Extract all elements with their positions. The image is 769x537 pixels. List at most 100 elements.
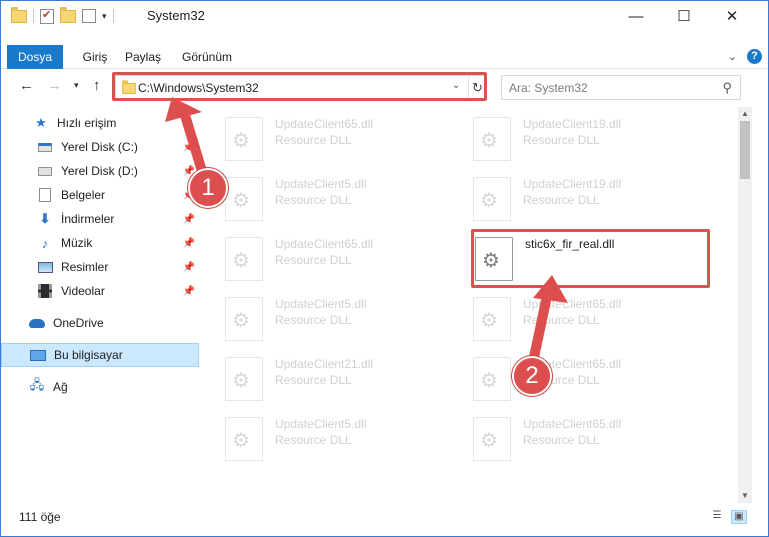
address-path[interactable]: C:\Windows\System32 (138, 81, 259, 95)
dll-file-icon (225, 357, 263, 401)
customize-toolbar-icon[interactable] (82, 9, 96, 23)
scroll-thumb[interactable] (740, 121, 750, 179)
tab-home[interactable]: Giriş (75, 45, 115, 69)
toolbar-divider (112, 9, 114, 23)
sidebar-item-documents[interactable]: Belgeler 📌 (1, 183, 201, 207)
file-name: UpdateClient19.dll (523, 177, 622, 191)
file-tile[interactable]: UpdateClient65.dll Resource DLL (451, 291, 691, 347)
tab-view[interactable]: Görünüm (177, 45, 237, 69)
file-tile[interactable]: UpdateClient65.dll Resource DLL (451, 411, 691, 467)
target-dll-file-tile[interactable]: stic6x_fir_real.dll (453, 231, 693, 287)
dll-file-icon (473, 417, 511, 461)
file-tile[interactable]: UpdateClient5.dll Resource DLL (203, 411, 443, 467)
title-bar: ▾ System32 — ☐ ✕ (1, 1, 768, 31)
dll-file-icon (473, 117, 511, 161)
file-name: UpdateClient65.dll (275, 237, 374, 251)
folder-icon (122, 80, 136, 95)
vertical-scrollbar[interactable]: ▲ ▼ (738, 107, 752, 503)
file-tile[interactable]: UpdateClient65.dll Resource DLL (203, 111, 443, 167)
sidebar-item-quick-access[interactable]: ★ Hızlı erişim (1, 111, 201, 135)
pin-icon[interactable]: 📌 (183, 262, 195, 273)
documents-icon (37, 188, 53, 202)
new-folder-icon[interactable] (60, 6, 76, 23)
pin-icon[interactable]: 📌 (183, 214, 195, 225)
window-title: System32 (147, 8, 205, 23)
details-view-icon[interactable]: ☰ (709, 510, 725, 524)
properties-check-icon[interactable] (40, 8, 54, 24)
sidebar-item-label: Videolar (61, 284, 105, 298)
pin-icon[interactable]: 📌 (183, 142, 195, 153)
file-tile[interactable]: UpdateClient21.dll Resource DLL (203, 351, 443, 407)
status-bar: 111 öğe ☰ ▣ (1, 505, 768, 529)
file-tile[interactable]: UpdateClient65.dll Resource DLL (203, 231, 443, 287)
file-tile[interactable]: UpdateClient5.dll Resource DLL (203, 291, 443, 347)
sidebar-item-label: Yerel Disk (C:) (61, 140, 138, 154)
refresh-icon[interactable]: ↻ (468, 77, 486, 98)
back-arrow-icon[interactable]: ← (19, 77, 34, 94)
toolbar-divider (33, 9, 34, 23)
drive-icon (37, 164, 53, 178)
minimize-button[interactable]: — (613, 1, 659, 31)
close-button[interactable]: ✕ (709, 1, 755, 31)
network-icon: 🖧 (29, 377, 45, 392)
tab-share[interactable]: Paylaş (121, 45, 165, 69)
file-type: Resource DLL (275, 373, 352, 387)
sidebar-item-label: Yerel Disk (D:) (61, 164, 138, 178)
sidebar-item-drive-c[interactable]: Yerel Disk (C:) 📌 (1, 135, 201, 159)
file-type: Resource DLL (275, 433, 352, 447)
address-dropdown-icon[interactable]: ⌄ (452, 80, 460, 91)
up-arrow-icon[interactable]: ↑ (93, 77, 101, 94)
sidebar-item-music[interactable]: ♪ Müzik 📌 (1, 231, 201, 255)
file-tile[interactable]: UpdateClient19.dll Resource DLL (451, 111, 691, 167)
expand-ribbon-chevron-icon[interactable]: ⌄ (728, 50, 737, 63)
ribbon-controls: ⌄ ? (728, 49, 762, 64)
scroll-up-arrow-icon[interactable]: ▲ (738, 107, 752, 121)
star-icon: ★ (35, 115, 47, 130)
quick-access-toolbar: ▾ (11, 6, 114, 25)
file-name: UpdateClient65.dll (275, 117, 374, 131)
maximize-button[interactable]: ☐ (661, 1, 707, 31)
large-icons-view-icon[interactable]: ▣ (731, 510, 747, 524)
file-list: UpdateClient65.dll Resource DLL UpdateCl… (203, 107, 738, 503)
dll-file-icon (473, 177, 511, 221)
file-type: Resource DLL (523, 133, 600, 147)
navigation-pane: ★ Hızlı erişim Yerel Disk (C:) 📌 Yerel D… (1, 107, 203, 503)
file-tile[interactable]: UpdateClient19.dll Resource DLL (451, 171, 691, 227)
address-bar[interactable]: C:\Windows\System32 ⌄ ↻ (115, 75, 486, 100)
sidebar-item-onedrive[interactable]: OneDrive (1, 311, 201, 335)
file-type: Resource DLL (275, 313, 352, 327)
file-type: Resource DLL (523, 193, 600, 207)
pictures-icon (37, 260, 53, 274)
recent-locations-chevron-icon[interactable]: ▾ (74, 80, 79, 91)
file-name: UpdateClient65.dll (523, 297, 622, 311)
sidebar-item-pictures[interactable]: Resimler 📌 (1, 255, 201, 279)
sidebar-item-this-pc[interactable]: Bu bilgisayar (1, 343, 199, 367)
sidebar-item-network[interactable]: 🖧 Ağ (1, 375, 201, 399)
forward-arrow-icon[interactable]: → (47, 77, 62, 94)
file-name: UpdateClient21.dll (275, 357, 374, 371)
sidebar-item-videos[interactable]: Videolar 📌 (1, 279, 201, 303)
sidebar-item-label: İndirmeler (61, 212, 115, 226)
sidebar-item-downloads[interactable]: ⬇ İndirmeler 📌 (1, 207, 201, 231)
sidebar-item-drive-d[interactable]: Yerel Disk (D:) 📌 (1, 159, 201, 183)
file-name: UpdateClient5.dll (275, 297, 367, 311)
file-name: UpdateClient65.dll (523, 417, 622, 431)
file-tile[interactable]: UpdateClient65.dll Resource DLL (451, 351, 691, 407)
pin-icon[interactable]: 📌 (183, 238, 195, 249)
search-icon[interactable]: ⚲ (722, 80, 732, 96)
address-row: ← → ▾ ↑ C:\Windows\System32 ⌄ ↻ Ara: Sys… (1, 71, 768, 103)
search-input[interactable]: Ara: System32 ⚲ (501, 75, 741, 100)
sidebar-item-label: Belgeler (61, 188, 106, 202)
scroll-down-arrow-icon[interactable]: ▼ (738, 489, 752, 503)
step-1-callout: 1 (188, 168, 228, 208)
help-icon[interactable]: ? (747, 49, 762, 64)
tab-file[interactable]: Dosya (7, 45, 63, 69)
file-type: Resource DLL (523, 313, 600, 327)
sidebar-item-label: OneDrive (53, 316, 104, 330)
dll-gear-file-icon (475, 237, 513, 281)
pin-icon[interactable]: 📌 (183, 286, 195, 297)
file-tile[interactable]: UpdateClient5.dll Resource DLL (203, 171, 443, 227)
sidebar-item-label: Ağ (53, 380, 68, 394)
toolbar-dropdown-icon[interactable]: ▾ (102, 11, 107, 22)
file-type: Resource DLL (275, 133, 352, 147)
